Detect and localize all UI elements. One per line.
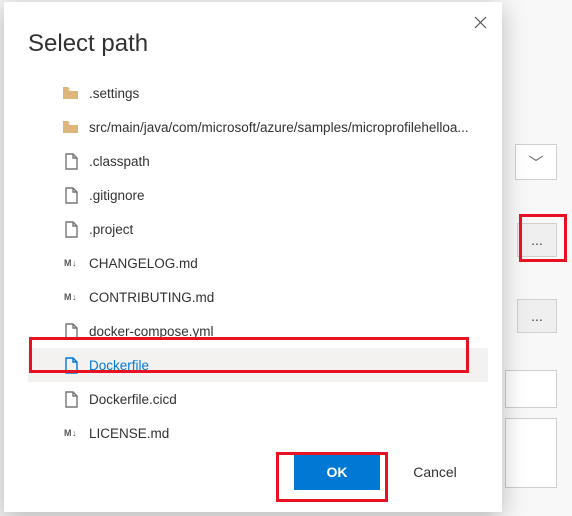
tree-item[interactable]: Dockerfile <box>28 348 488 382</box>
select-path-dialog: Select path .settings src/main/java/com/m… <box>4 2 502 512</box>
file-tree[interactable]: .settings src/main/java/com/microsoft/azu… <box>28 76 488 438</box>
folder-icon <box>62 85 79 102</box>
tree-item[interactable]: .project <box>28 212 488 246</box>
bg-more-button-2[interactable]: ... <box>517 299 557 333</box>
chevron-down-icon: ﹀ <box>528 152 543 173</box>
file-icon <box>62 357 79 374</box>
tree-item[interactable]: .settings <box>28 76 488 110</box>
tree-item-label: .classpath <box>89 154 150 169</box>
tree-item-label: .gitignore <box>89 188 145 203</box>
background-panel: ﹀ ... ... <box>492 0 572 516</box>
tree-item-label: Dockerfile <box>89 358 149 373</box>
bg-textarea[interactable] <box>505 418 557 488</box>
cancel-button[interactable]: Cancel <box>392 454 478 490</box>
markdown-icon: M↓ <box>62 425 79 439</box>
tree-item-label: .settings <box>89 86 139 101</box>
file-icon <box>62 221 79 238</box>
markdown-icon: M↓ <box>62 255 79 272</box>
tree-item-label: Dockerfile.cicd <box>89 392 177 407</box>
ellipsis-icon: ... <box>531 308 543 324</box>
file-icon <box>62 153 79 170</box>
tree-item[interactable]: .gitignore <box>28 178 488 212</box>
tree-item[interactable]: M↓ CONTRIBUTING.md <box>28 280 488 314</box>
tree-item[interactable]: .classpath <box>28 144 488 178</box>
file-icon <box>62 187 79 204</box>
folder-icon <box>62 119 79 136</box>
bg-more-button-1[interactable]: ... <box>517 223 557 257</box>
tree-item-label: CHANGELOG.md <box>89 256 198 271</box>
dialog-header: Select path <box>4 2 502 58</box>
bg-dropdown-button[interactable]: ﹀ <box>515 144 557 180</box>
ellipsis-icon: ... <box>531 232 543 248</box>
tree-item[interactable]: Dockerfile.cicd <box>28 382 488 416</box>
dialog-title: Select path <box>28 30 148 58</box>
file-icon <box>62 323 79 340</box>
file-icon <box>62 391 79 408</box>
tree-item-label: CONTRIBUTING.md <box>89 290 214 305</box>
tree-item-label: LICENSE.md <box>89 426 169 439</box>
markdown-icon: M↓ <box>62 289 79 306</box>
tree-item[interactable]: M↓ LICENSE.md <box>28 416 488 438</box>
tree-item[interactable]: src/main/java/com/microsoft/azure/sample… <box>28 110 488 144</box>
tree-item[interactable]: docker-compose.yml <box>28 314 488 348</box>
tree-item-label: src/main/java/com/microsoft/azure/sample… <box>89 120 469 135</box>
close-button[interactable] <box>466 8 494 36</box>
tree-item-label: .project <box>89 222 133 237</box>
ok-button[interactable]: OK <box>294 454 380 490</box>
tree-item-label: docker-compose.yml <box>89 324 214 339</box>
dialog-footer: OK Cancel <box>4 438 502 512</box>
bg-input-field[interactable] <box>505 370 557 408</box>
close-icon <box>474 16 487 29</box>
tree-item[interactable]: M↓ CHANGELOG.md <box>28 246 488 280</box>
